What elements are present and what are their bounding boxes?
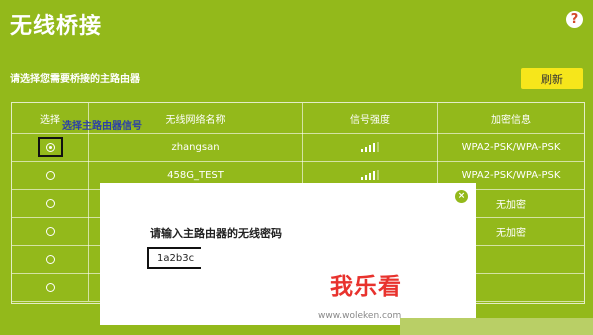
select-cell [12,245,89,273]
select-router-prompt: 请选择您需要桥接的主路由器 [10,74,140,85]
radio-button[interactable] [45,254,55,264]
signal-bar [369,145,371,152]
signal-bar [365,147,367,152]
radio-button[interactable] [45,198,55,208]
help-icon[interactable]: ? [566,11,583,28]
close-icon[interactable]: × [455,190,468,203]
select-cell [12,217,89,245]
signal-bar [377,142,379,152]
signal-bar [361,177,363,180]
radio-button[interactable] [45,170,55,180]
signal-strength-icon [361,142,379,152]
select-cell [12,189,89,217]
refresh-button[interactable]: 刷新 [521,68,583,89]
select-cell [12,273,89,301]
select-cell [12,133,89,161]
radio-button[interactable] [45,282,55,292]
watermark-url: www.woleken.com [318,311,402,321]
select-cell [12,161,89,189]
signal-bar [365,175,367,180]
signal-bar [361,149,363,152]
signal-bar [373,143,375,152]
table-row[interactable]: zhangsan WPA2-PSK/WPA-PSK [12,133,584,162]
signal-bar [373,171,375,180]
annotation-label: 选择主路由器信号 [62,121,142,132]
column-header-security: 加密信息 [491,114,531,126]
signal-bar [369,173,371,180]
radio-button[interactable] [45,226,55,236]
password-input[interactable] [147,247,201,269]
watermark-logo: 我乐看 [330,274,402,300]
password-label: 请输入主路由器的无线密码 [150,227,282,240]
radio-selected[interactable] [45,142,55,152]
signal-strength-icon [361,170,379,180]
ssid-cell: zhangsan [89,133,303,161]
password-dialog: × 请输入主路由器的无线密码 [100,183,476,325]
security-cell: WPA2-PSK/WPA-PSK [461,141,561,153]
footer-bar [400,318,593,335]
page-title: 无线桥接 [10,14,103,39]
column-header-signal: 信号强度 [303,103,438,133]
signal-bar [377,170,379,180]
selection-highlight [37,137,63,157]
signal-cell [303,133,438,161]
